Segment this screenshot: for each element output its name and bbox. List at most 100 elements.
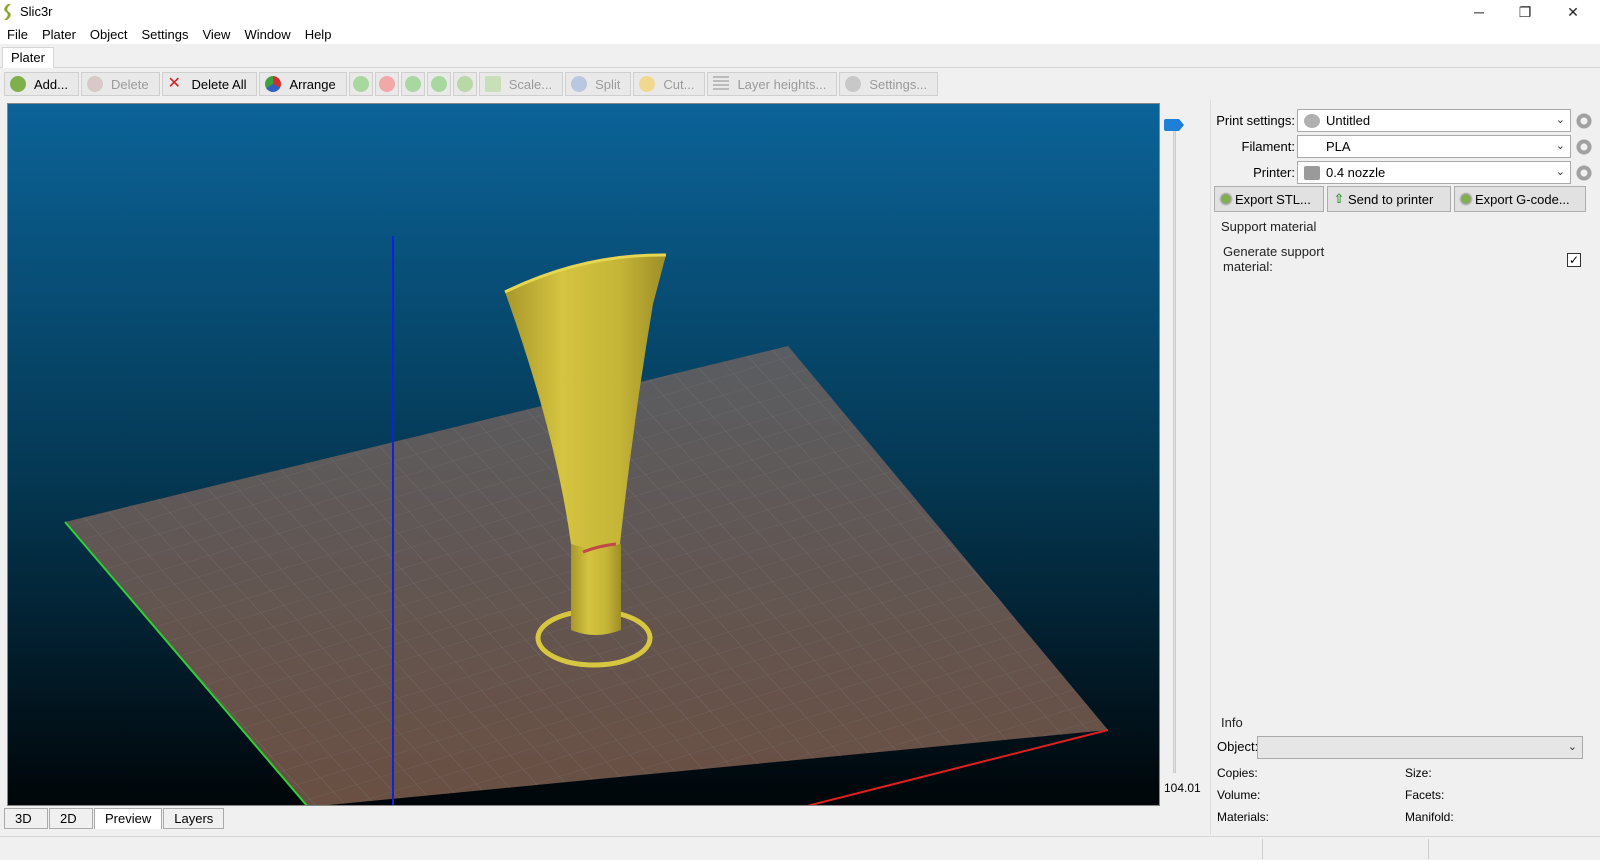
main-tab-row: Plater (0, 44, 1600, 68)
status-bar (0, 836, 1600, 860)
export-stl-icon (1218, 191, 1234, 207)
gear-icon (1304, 113, 1320, 128)
printer-select[interactable]: 0.4 nozzle ⌄ (1297, 161, 1571, 184)
export-actions: Export STL... ⇧ Send to printer Export G… (1214, 186, 1589, 212)
rotate-icon (456, 76, 473, 92)
split-icon (571, 76, 588, 92)
increase-copies-button[interactable] (348, 72, 373, 96)
delete-button[interactable]: Delete (80, 72, 160, 96)
split-button[interactable]: Split (565, 72, 632, 96)
plater-toolbar: Add... Delete ✕ Delete All Arrange Scale… (0, 70, 940, 98)
arrange-icon (265, 76, 282, 92)
layer-slider-track[interactable] (1173, 123, 1176, 773)
info-title: Info (1221, 715, 1243, 730)
filament-color-swatch (1304, 140, 1320, 154)
add-icon (10, 76, 26, 92)
object-label: Object: (1217, 739, 1259, 754)
model-cylinder (571, 544, 621, 635)
tab-layers[interactable]: Layers (163, 808, 225, 829)
red-x-icon: ✕ (167, 75, 181, 92)
rotate-button[interactable] (452, 72, 477, 96)
chevron-down-icon: ⌄ (1555, 166, 1565, 178)
tab-preview[interactable]: Preview (94, 808, 163, 829)
minus-icon (378, 76, 395, 92)
cog-icon (845, 76, 862, 92)
object-select[interactable]: ⌄ (1257, 736, 1583, 759)
slic3r-logo-icon (4, 4, 11, 20)
menu-help[interactable]: Help (298, 27, 339, 42)
status-divider (1262, 839, 1263, 859)
printer-icon (1304, 165, 1320, 180)
arrow-up-icon: ⇧ (1333, 191, 1345, 206)
copies-label: Copies: (1217, 766, 1258, 780)
menu-bar: File Plater Object Settings View Window … (0, 24, 1600, 44)
3d-viewport[interactable] (7, 103, 1160, 806)
add-button[interactable]: Add... (4, 72, 79, 96)
tab-2d[interactable]: 2D (49, 808, 93, 829)
scale-icon (484, 76, 501, 92)
rotate-left-button[interactable] (400, 72, 425, 96)
printer-row: Printer: 0.4 nozzle ⌄ (1211, 161, 1600, 185)
support-material-title: Support material (1221, 219, 1317, 234)
print-settings-label: Print settings: (1216, 113, 1295, 128)
layer-height-value: 104.01 (1164, 781, 1201, 795)
restore-button[interactable]: ❐ (1502, 0, 1548, 24)
title-bar: Slic3r ─ ❐ ✕ (0, 0, 1600, 24)
menu-plater[interactable]: Plater (35, 27, 83, 42)
filament-label: Filament: (1241, 139, 1295, 154)
export-gcode-icon (1458, 191, 1474, 207)
delete-all-button[interactable]: ✕ Delete All (161, 72, 258, 96)
status-divider (1428, 839, 1429, 859)
rotate-left-icon (404, 76, 421, 92)
layers-icon (713, 76, 730, 92)
generate-support-label: Generate support (1223, 244, 1325, 259)
rotate-right-button[interactable] (426, 72, 451, 96)
manifold-label: Manifold: (1405, 810, 1454, 824)
close-button[interactable]: ✕ (1550, 0, 1596, 24)
printer-gear-icon[interactable] (1575, 164, 1593, 182)
scale-button[interactable]: Scale... (478, 72, 564, 96)
menu-object[interactable]: Object (83, 27, 135, 42)
size-label: Size: (1405, 766, 1432, 780)
layer-slider-area: 104.01 (1160, 103, 1210, 806)
filament-select[interactable]: PLA ⌄ (1297, 135, 1571, 158)
chevron-down-icon: ⌄ (1567, 741, 1577, 753)
send-to-printer-button[interactable]: ⇧ Send to printer (1327, 186, 1451, 212)
tab-plater[interactable]: Plater (2, 47, 54, 68)
rotate-right-icon (430, 76, 447, 92)
layer-heights-button[interactable]: Layer heights... (707, 72, 838, 96)
export-stl-button[interactable]: Export STL... (1214, 186, 1324, 212)
filament-gear-icon[interactable] (1575, 138, 1593, 156)
menu-window[interactable]: Window (237, 27, 297, 42)
delete-icon (86, 76, 103, 92)
print-settings-gear-icon[interactable] (1575, 112, 1593, 130)
arrange-button[interactable]: Arrange (259, 72, 347, 96)
export-gcode-button[interactable]: Export G-code... (1454, 186, 1586, 212)
cut-icon (639, 76, 656, 92)
volume-label: Volume: (1217, 788, 1261, 802)
generate-support-checkbox[interactable]: ✓ (1567, 253, 1581, 267)
filament-row: Filament: PLA ⌄ (1211, 135, 1600, 159)
tab-3d[interactable]: 3D (4, 808, 48, 829)
window-title: Slic3r (20, 4, 53, 19)
plus-icon (352, 76, 369, 92)
menu-view[interactable]: View (195, 27, 237, 42)
decrease-copies-button[interactable] (374, 72, 399, 96)
generate-support-label-2: material: (1223, 259, 1273, 274)
print-settings-row: Print settings: Untitled ⌄ (1211, 109, 1600, 133)
print-settings-select[interactable]: Untitled ⌄ (1297, 109, 1571, 132)
cut-button[interactable]: Cut... (633, 72, 706, 96)
object-settings-button[interactable]: Settings... (839, 72, 939, 96)
menu-settings[interactable]: Settings (135, 27, 196, 42)
chevron-down-icon: ⌄ (1555, 114, 1565, 126)
view-tabs: 3D 2D Preview Layers (4, 808, 225, 830)
scene-canvas[interactable] (8, 104, 1160, 806)
right-panel: Print settings: Untitled ⌄ Filament: PLA… (1210, 100, 1600, 835)
facets-label: Facets: (1405, 788, 1445, 802)
materials-label: Materials: (1217, 810, 1270, 824)
minimize-button[interactable]: ─ (1456, 0, 1502, 24)
menu-file[interactable]: File (0, 27, 35, 42)
chevron-down-icon: ⌄ (1555, 140, 1565, 152)
layer-slider-thumb[interactable] (1164, 119, 1184, 131)
printer-label: Printer: (1253, 165, 1295, 180)
